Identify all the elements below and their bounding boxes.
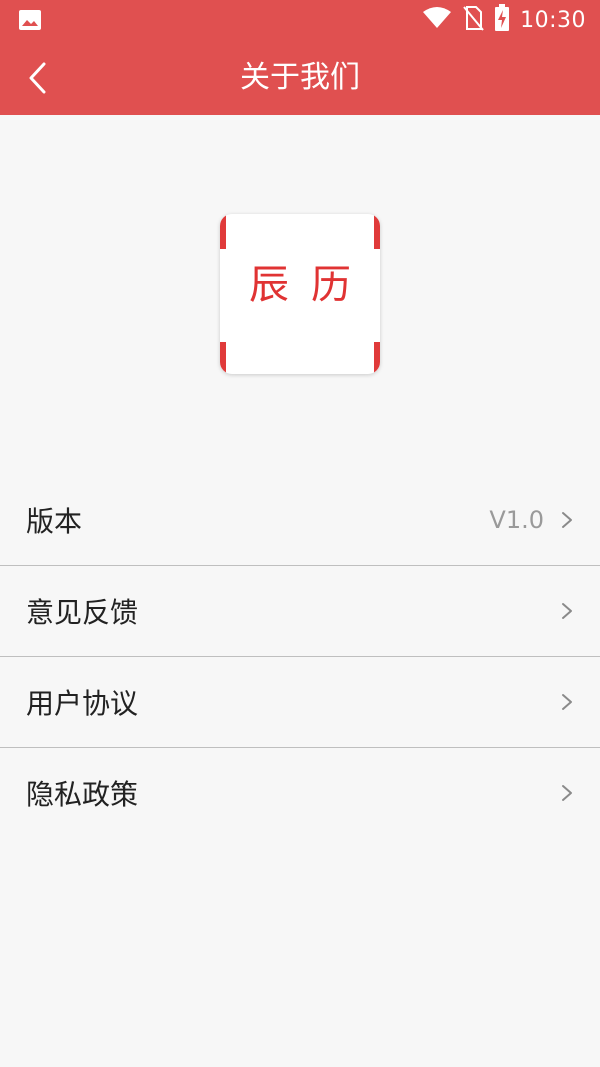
status-icons: 10:30 <box>422 4 586 36</box>
menu-item-feedback[interactable]: 意见反馈 <box>0 566 600 657</box>
page-title: 关于我们 <box>240 60 360 95</box>
app-logo: 辰历 <box>220 214 380 374</box>
battery-charging-icon <box>494 4 510 36</box>
menu-item-privacy-policy[interactable]: 隐私政策 <box>0 748 600 838</box>
chevron-right-icon <box>562 694 572 710</box>
version-value: V1.0 <box>489 506 544 534</box>
wifi-icon <box>422 6 452 34</box>
menu-item-label: 版本 <box>26 505 83 538</box>
menu-item-user-agreement[interactable]: 用户协议 <box>0 657 600 748</box>
menu-item-label: 隐私政策 <box>26 778 139 811</box>
settings-menu: 版本 V1.0 意见反馈 用户协议 隐私政策 <box>0 475 600 838</box>
status-bar: 10:30 <box>0 0 600 40</box>
menu-item-label: 意见反馈 <box>26 596 139 629</box>
chevron-right-icon <box>562 785 572 801</box>
app-bar: 关于我们 <box>0 40 600 115</box>
menu-item-version[interactable]: 版本 V1.0 <box>0 475 600 566</box>
chevron-right-icon <box>562 603 572 619</box>
no-sim-icon <box>462 5 484 35</box>
image-notification-icon <box>18 9 42 31</box>
menu-item-label: 用户协议 <box>26 687 139 720</box>
chevron-right-icon <box>562 512 572 528</box>
app-logo-text: 辰历 <box>249 262 373 308</box>
status-time: 10:30 <box>520 7 586 33</box>
